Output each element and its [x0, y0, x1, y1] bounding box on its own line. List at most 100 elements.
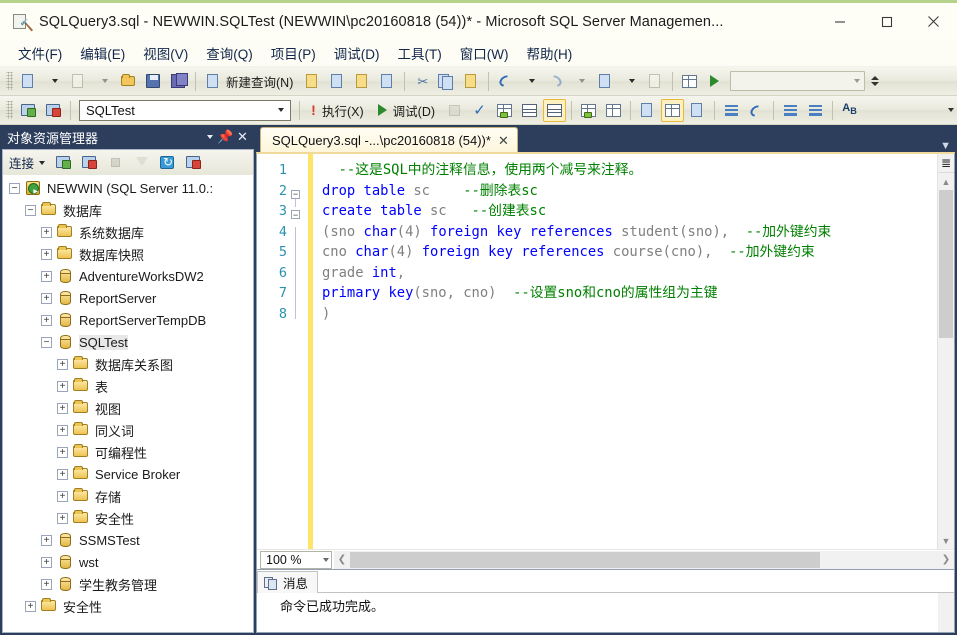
connect-button[interactable]	[17, 99, 40, 122]
new-item-button[interactable]	[67, 70, 90, 93]
disconnect-button[interactable]	[42, 99, 65, 122]
tree-node[interactable]: + 学生教务管理	[3, 573, 253, 595]
menu-project[interactable]: 项目(P)	[262, 40, 325, 66]
results-to-grid-button[interactable]	[661, 98, 685, 122]
tree-node[interactable]: + 视图	[3, 397, 253, 419]
navigate-forward-button[interactable]	[644, 70, 667, 93]
tree-node[interactable]: + 可编程性	[3, 441, 253, 463]
fold-toggle-icon[interactable]: −	[291, 210, 300, 219]
sql-code-text[interactable]: --这是SQL中的注释信息，使用两个减号来注释。 drop table sc --…	[316, 154, 937, 549]
menu-help[interactable]: 帮助(H)	[517, 40, 581, 66]
expand-toggle-icon[interactable]: +	[57, 468, 68, 480]
oe-sync-button[interactable]	[182, 151, 205, 174]
tree-node[interactable]: − NEWWIN (SQL Server 11.0.:	[3, 177, 253, 199]
new-db-engine-query-button[interactable]	[301, 70, 324, 93]
results-to-text-button[interactable]	[636, 99, 659, 122]
menu-window[interactable]: 窗口(W)	[451, 40, 518, 66]
include-actual-plan-button[interactable]	[543, 98, 567, 122]
paste-button[interactable]	[460, 70, 483, 93]
menu-debug[interactable]: 调试(D)	[325, 40, 389, 66]
tree-node[interactable]: + ReportServer	[3, 287, 253, 309]
tabstrip-menu-button[interactable]: ▼	[940, 140, 955, 152]
tree-node[interactable]: − SQLTest	[3, 331, 253, 353]
increase-indent-button[interactable]	[804, 99, 827, 122]
tree-node[interactable]: + 数据库关系图	[3, 353, 253, 375]
expand-toggle-icon[interactable]: +	[57, 512, 68, 524]
scroll-down-arrow[interactable]: ▼	[938, 532, 954, 549]
expand-toggle-icon[interactable]: +	[41, 270, 52, 282]
hscroll-left-arrow[interactable]: ❮	[334, 554, 350, 565]
close-panel-icon[interactable]: ✕	[234, 129, 251, 146]
toolbar-grip[interactable]	[6, 72, 13, 90]
database-selector[interactable]: SQLTest	[79, 99, 291, 121]
tree-node[interactable]: + 数据库快照	[3, 243, 253, 265]
open-file-button[interactable]	[117, 70, 140, 93]
oe-filter-button[interactable]	[130, 151, 153, 174]
copy-button[interactable]	[435, 70, 458, 93]
tree-node[interactable]: + 同义词	[3, 419, 253, 441]
panel-menu-button[interactable]	[200, 129, 217, 146]
expand-toggle-icon[interactable]: +	[41, 314, 52, 326]
expand-toggle-icon[interactable]: +	[57, 402, 68, 414]
tree-node[interactable]: + Service Broker	[3, 463, 253, 485]
menu-query[interactable]: 查询(Q)	[197, 40, 262, 66]
code-area[interactable]: 12345678 − − --这是SQL中的注释信息，使用两个减号来注释。 drop…	[257, 154, 954, 549]
save-button[interactable]	[142, 70, 165, 93]
expand-toggle-icon[interactable]: +	[41, 292, 52, 304]
oe-connect-button[interactable]	[52, 151, 75, 174]
decrease-indent-button[interactable]	[779, 99, 802, 122]
collapse-toggle-icon[interactable]: −	[41, 336, 52, 348]
toolbar-spinner[interactable]	[870, 76, 880, 86]
tree-node[interactable]: + SSMSTest	[3, 529, 253, 551]
redo-dropdown[interactable]	[569, 70, 592, 93]
run-button[interactable]	[703, 70, 726, 93]
results-scrollbar[interactable]	[938, 593, 954, 632]
expand-toggle-icon[interactable]: +	[41, 578, 52, 590]
oe-refresh-button[interactable]	[156, 151, 179, 174]
new-query-button[interactable]: 新建查询(N)	[201, 70, 299, 93]
new-item-dropdown[interactable]	[92, 70, 115, 93]
oe-stop-button[interactable]	[104, 151, 127, 174]
expand-toggle-icon[interactable]: +	[57, 490, 68, 502]
results-tab-messages[interactable]: 消息	[257, 571, 319, 593]
scroll-thumb[interactable]	[939, 190, 953, 338]
expand-toggle-icon[interactable]: +	[57, 380, 68, 392]
show-diagram-button[interactable]	[678, 70, 701, 93]
tree-node[interactable]: + 表	[3, 375, 253, 397]
tree-node[interactable]: + AdventureWorksDW2	[3, 265, 253, 287]
editor-vertical-scrollbar[interactable]: ≣ ▲ ▼	[937, 154, 954, 549]
expand-toggle-icon[interactable]: +	[41, 248, 52, 260]
cancel-query-button[interactable]	[443, 99, 466, 122]
query-options-button[interactable]	[518, 99, 541, 122]
tree-node[interactable]: + 安全性	[3, 507, 253, 529]
oe-disconnect-button[interactable]	[78, 151, 101, 174]
object-explorer-tree[interactable]: −NEWWIN (SQL Server 11.0.:−数据库+系统数据库+数据库…	[2, 175, 254, 633]
undo-button[interactable]	[494, 70, 517, 93]
tree-node[interactable]: + wst	[3, 551, 253, 573]
navigate-backward-dropdown[interactable]	[619, 70, 642, 93]
editor-tab-sqlquery3[interactable]: SQLQuery3.sql -...\pc20160818 (54))* ✕	[260, 127, 518, 152]
scroll-up-arrow[interactable]: ▲	[938, 173, 954, 190]
zoom-selector[interactable]: 100 %	[260, 550, 332, 569]
minimize-button[interactable]	[816, 3, 863, 40]
close-button[interactable]	[910, 3, 957, 40]
fold-gutter[interactable]: − −	[291, 154, 308, 549]
results-to-file-button[interactable]	[686, 99, 709, 122]
editor-horizontal-scrollbar[interactable]: ❮ ❯	[334, 550, 954, 569]
comment-lines-button[interactable]	[720, 99, 743, 122]
menu-edit[interactable]: 编辑(E)	[71, 40, 134, 66]
new-dmx-query-button[interactable]	[376, 70, 399, 93]
collapse-toggle-icon[interactable]: −	[9, 182, 20, 194]
debug-button[interactable]: 调试(D)	[372, 99, 441, 122]
expand-toggle-icon[interactable]: +	[41, 226, 52, 238]
new-project-button[interactable]	[17, 70, 40, 93]
pin-icon[interactable]: 📌	[217, 129, 234, 146]
redo-button[interactable]	[544, 70, 567, 93]
new-mdx-query-button[interactable]	[351, 70, 374, 93]
split-editor-button[interactable]: ≣	[938, 154, 954, 173]
uncomment-lines-button[interactable]	[745, 99, 768, 122]
collapse-toggle-icon[interactable]: −	[25, 204, 36, 216]
parse-button[interactable]: ✓	[468, 99, 491, 122]
toolbar-grip[interactable]	[6, 101, 13, 119]
toolbar-combo[interactable]	[730, 71, 866, 91]
